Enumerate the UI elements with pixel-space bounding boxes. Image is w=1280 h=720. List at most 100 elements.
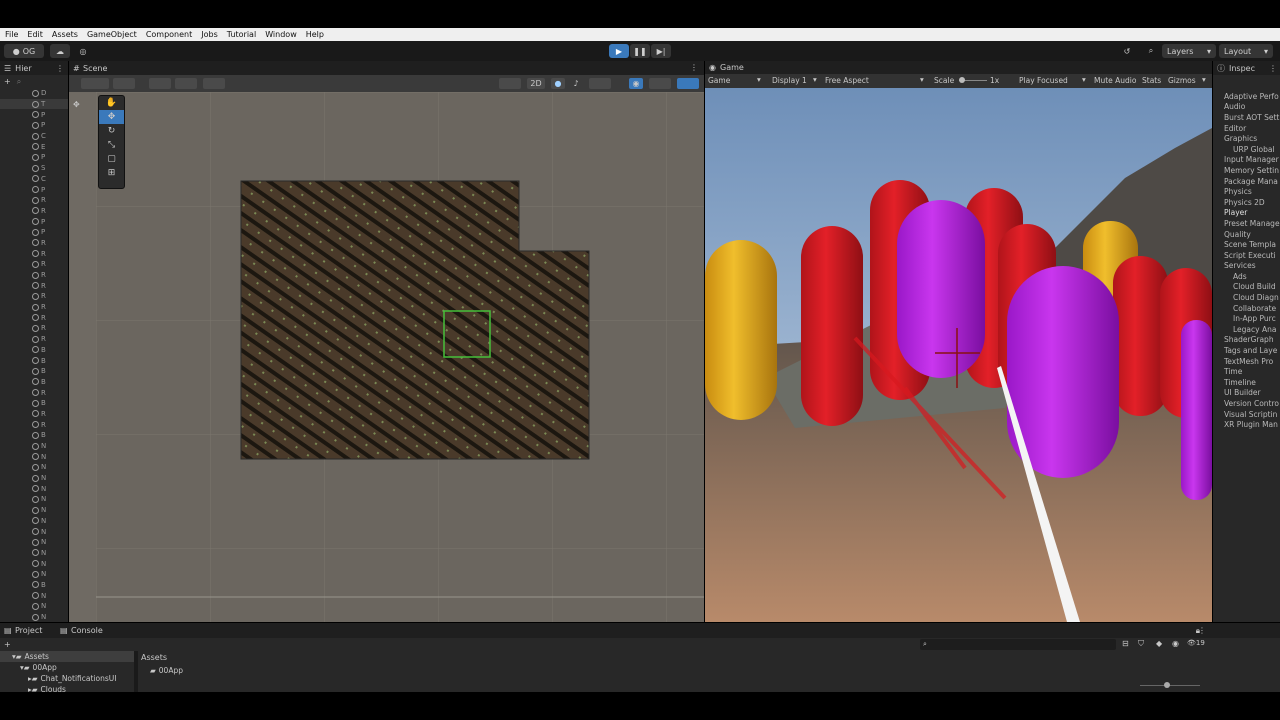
view-options-dropdown[interactable] <box>499 78 521 89</box>
menu-window[interactable]: Window <box>265 30 297 39</box>
hierarchy-row[interactable]: C <box>0 131 68 142</box>
settings-item[interactable]: Collaborate <box>1213 303 1280 314</box>
menu-component[interactable]: Component <box>146 30 192 39</box>
hierarchy-row[interactable]: P <box>0 152 68 163</box>
settings-item[interactable]: Ads <box>1213 271 1280 282</box>
settings-item[interactable]: ShaderGraph <box>1213 335 1280 346</box>
lock-icon[interactable]: ⋮ <box>56 64 64 73</box>
scene-tab-label[interactable]: Scene <box>83 64 107 73</box>
tree-item-chat[interactable]: ▸▰ Chat_NotificationsUI <box>0 673 134 684</box>
project-tab[interactable]: Project <box>15 626 42 635</box>
history-button[interactable]: ↺ <box>1118 44 1136 58</box>
step-button[interactable]: ▶| <box>651 44 671 58</box>
menu-jobs[interactable]: Jobs <box>201 30 218 39</box>
settings-item[interactable]: Input Manager <box>1213 155 1280 166</box>
scale-slider-handle[interactable] <box>959 77 965 83</box>
cloud-button[interactable]: ☁ <box>50 44 70 58</box>
game-tab-label[interactable]: Game <box>720 63 744 72</box>
game-view-dropdown[interactable]: Game <box>708 76 730 85</box>
menu-help[interactable]: Help <box>306 30 324 39</box>
hierarchy-row[interactable]: B <box>0 377 68 388</box>
menu-assets[interactable]: Assets <box>52 30 78 39</box>
audio-icon[interactable]: ♪ <box>569 78 583 89</box>
hierarchy-row[interactable]: P <box>0 227 68 238</box>
hierarchy-row[interactable]: N <box>0 516 68 527</box>
icon-size-slider-handle[interactable] <box>1164 682 1170 688</box>
settings-item[interactable]: Tags and Laye <box>1213 345 1280 356</box>
layout-dropdown[interactable]: Layout ▾ <box>1219 44 1273 58</box>
more-icon[interactable]: ⋮ <box>1198 626 1206 635</box>
display-dropdown[interactable]: Display 1 <box>772 76 807 85</box>
breadcrumb[interactable]: Assets <box>141 653 167 662</box>
hierarchy-row[interactable]: R <box>0 419 68 430</box>
settings-item[interactable]: Visual Scriptin <box>1213 409 1280 420</box>
settings-item[interactable]: Time <box>1213 366 1280 377</box>
hierarchy-row[interactable]: R <box>0 238 68 249</box>
game-render[interactable] <box>705 88 1212 622</box>
hierarchy-row[interactable]: N <box>0 590 68 601</box>
gizmos-dropdown[interactable]: Gizmos <box>1168 76 1196 85</box>
render-dropdown[interactable] <box>113 78 135 89</box>
settings-item[interactable]: URP Global <box>1213 144 1280 155</box>
hierarchy-row[interactable]: R <box>0 280 68 291</box>
settings-item[interactable]: Graphics <box>1213 133 1280 144</box>
settings-item[interactable]: Quality <box>1213 229 1280 240</box>
hierarchy-row[interactable]: N <box>0 451 68 462</box>
settings-item[interactable]: Memory Settin <box>1213 165 1280 176</box>
shading-dropdown[interactable] <box>81 78 109 89</box>
more-icon[interactable]: ⋮ <box>1269 64 1277 73</box>
increment-snap-dropdown[interactable] <box>203 78 225 89</box>
settings-item[interactable]: Editor <box>1213 123 1280 134</box>
hierarchy-row[interactable]: N <box>0 569 68 580</box>
filter-type-icon[interactable]: ⊟ <box>1122 639 1129 648</box>
hierarchy-row[interactable]: P <box>0 109 68 120</box>
settings-item[interactable]: TextMesh Pro <box>1213 356 1280 367</box>
hierarchy-row[interactable]: R <box>0 206 68 217</box>
search-button[interactable]: ⌕ <box>1142 44 1160 58</box>
inspector-tab[interactable]: ⓘ Inspec ⋮ <box>1213 61 1280 75</box>
effects-dropdown[interactable] <box>589 78 611 89</box>
scale-tool-icon[interactable]: ⤡ <box>99 138 124 152</box>
rect-tool-icon[interactable]: ▢ <box>99 152 124 166</box>
settings-item[interactable]: Version Contro <box>1213 398 1280 409</box>
favorite-icon[interactable]: ◆ <box>1156 639 1162 648</box>
pivot-icon[interactable]: ✥ <box>73 100 80 109</box>
hierarchy-row[interactable]: N <box>0 612 68 622</box>
settings-item[interactable]: XR Plugin Man <box>1213 419 1280 430</box>
account-button[interactable]: ● OG <box>4 44 44 58</box>
rotate-tool-icon[interactable]: ↻ <box>99 124 124 138</box>
settings-item[interactable]: Script Executi <box>1213 250 1280 261</box>
hierarchy-row[interactable]: B <box>0 398 68 409</box>
hierarchy-row[interactable]: B <box>0 355 68 366</box>
hierarchy-row[interactable]: R <box>0 270 68 281</box>
snap-dropdown[interactable] <box>149 78 171 89</box>
hierarchy-row[interactable]: B <box>0 366 68 377</box>
hierarchy-row[interactable]: N <box>0 494 68 505</box>
console-tab[interactable]: Console <box>71 626 103 635</box>
hierarchy-row[interactable]: R <box>0 387 68 398</box>
tree-item-clouds[interactable]: ▸▰ Clouds <box>0 684 134 695</box>
2d-toggle[interactable]: 2D <box>527 78 545 89</box>
settings-item[interactable]: Legacy Ana <box>1213 324 1280 335</box>
hierarchy-row[interactable]: C <box>0 174 68 185</box>
hierarchy-search-icon[interactable]: ⌕ <box>17 77 21 87</box>
settings-item[interactable]: Package Mana <box>1213 176 1280 187</box>
menu-tutorial[interactable]: Tutorial <box>227 30 256 39</box>
hierarchy-row[interactable]: P <box>0 184 68 195</box>
filter-label-icon[interactable]: ⛉ <box>1138 639 1144 649</box>
play-focused-dropdown[interactable]: Play Focused <box>1019 76 1068 85</box>
hierarchy-row[interactable]: R <box>0 291 68 302</box>
tree-item-assets[interactable]: ▾▰ Assets <box>0 651 134 662</box>
hierarchy-row[interactable]: B <box>0 580 68 591</box>
grid-snap-dropdown[interactable] <box>175 78 197 89</box>
tree-item-00app[interactable]: ▾▰ 00App <box>0 662 134 673</box>
hierarchy-row[interactable]: R <box>0 248 68 259</box>
menu-edit[interactable]: Edit <box>27 30 43 39</box>
settings-item[interactable]: Audio <box>1213 102 1280 113</box>
gizmos-toggle[interactable] <box>677 78 699 89</box>
settings-item[interactable]: Physics <box>1213 186 1280 197</box>
hierarchy-row[interactable]: R <box>0 302 68 313</box>
hierarchy-row[interactable]: N <box>0 441 68 452</box>
settings-item[interactable]: Preset Manage <box>1213 218 1280 229</box>
hierarchy-row[interactable]: B <box>0 430 68 441</box>
